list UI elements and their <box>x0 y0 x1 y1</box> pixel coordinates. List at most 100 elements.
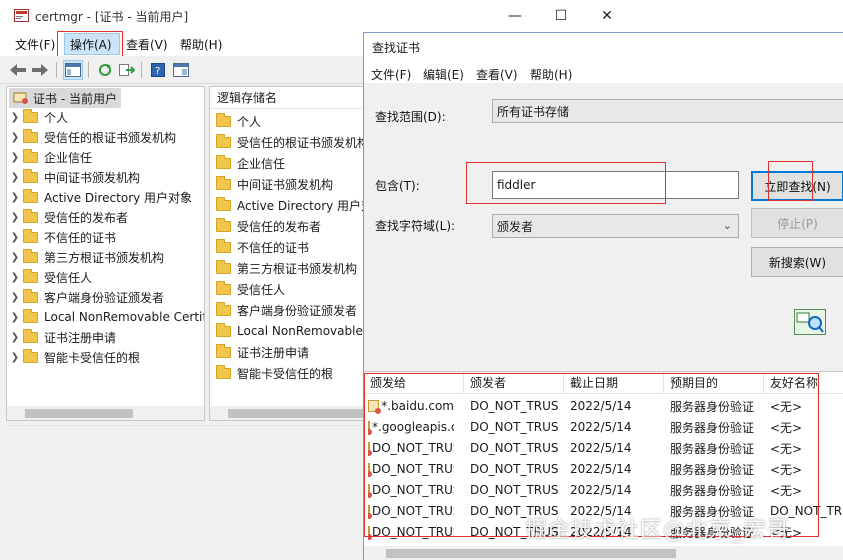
store-list-item-label: 个人 <box>237 114 262 129</box>
tree-item[interactable]: ❯ 证书注册申请 <box>7 327 116 347</box>
close-icon[interactable]: ✕ <box>584 4 630 28</box>
properties-pane-icon[interactable] <box>171 60 191 80</box>
tree-item[interactable]: ❯ Local NonRemovable Certificates <box>7 307 204 327</box>
chevron-right-icon[interactable]: ❯ <box>7 172 23 183</box>
store-list-item[interactable]: 证书注册申请 <box>216 342 309 362</box>
store-list-item[interactable]: 中间证书颁发机构 <box>216 174 333 194</box>
store-list-item[interactable]: 受信任的发布者 <box>216 216 321 236</box>
chevron-right-icon[interactable]: ❯ <box>7 332 23 343</box>
dialog-menu-edit[interactable]: 编辑(E) <box>423 66 464 83</box>
column-header-friendly-name[interactable]: 友好名称 <box>764 372 843 394</box>
cell-issued-to: DO_NOT_TRUST_FiddlerRoot <box>368 438 454 458</box>
chevron-right-icon[interactable]: ❯ <box>7 132 23 143</box>
store-list-item[interactable]: Active Directory 用户对象 <box>216 195 368 215</box>
store-list-item[interactable]: 智能卡受信任的根 <box>216 363 333 383</box>
cell-issued-to: DO_NOT_TRUST_FiddlerRoot <box>368 501 454 521</box>
list-horizontal-scrollbar[interactable] <box>210 406 368 420</box>
menu-action[interactable]: 操作(A) <box>70 36 112 53</box>
chevron-right-icon[interactable]: ❯ <box>7 252 23 263</box>
column-header-issued-by[interactable]: 颁发者 <box>464 372 564 394</box>
maximize-icon[interactable]: ☐ <box>538 4 584 28</box>
chevron-right-icon[interactable]: ❯ <box>7 192 23 203</box>
menu-help[interactable]: 帮助(H) <box>180 36 222 53</box>
tree-item[interactable]: ❯ 受信任的发布者 <box>7 207 128 227</box>
tree-item[interactable]: ❯ 企业信任 <box>7 147 92 167</box>
cell-expiration: 2022/5/14 <box>570 483 632 497</box>
store-list-item[interactable]: 不信任的证书 <box>216 237 309 257</box>
store-list-item[interactable]: 受信任人 <box>216 279 285 299</box>
cell-friendly-name: <无> <box>770 441 803 456</box>
tree-root[interactable]: 证书 - 当前用户 <box>9 88 121 108</box>
minimize-icon[interactable]: — <box>492 4 538 28</box>
tree-item[interactable]: ❯ 受信任人 <box>7 267 92 287</box>
stop-button[interactable]: 停止(P) <box>751 208 843 238</box>
chevron-right-icon[interactable]: ❯ <box>7 112 23 123</box>
tree-item[interactable]: ❯ 客户端身份验证颁发者 <box>7 287 164 307</box>
tree-item[interactable]: ❯ 个人 <box>7 107 68 127</box>
column-header-issued-to[interactable]: 颁发给 <box>364 372 464 394</box>
store-list-item[interactable]: Local NonRemovable Certificates <box>216 321 368 341</box>
tree-item-label: 第三方根证书颁发机构 <box>44 250 165 265</box>
tree-item[interactable]: ❯ 智能卡受信任的根 <box>7 347 140 367</box>
store-list-item-label: Local NonRemovable Certificates <box>237 324 368 338</box>
contains-input[interactable]: fiddler <box>492 171 739 199</box>
menu-file[interactable]: 文件(F) <box>15 36 55 53</box>
tree-item[interactable]: ❯ 中间证书颁发机构 <box>7 167 140 187</box>
tree-item[interactable]: ❯ 受信任的根证书颁发机构 <box>7 127 176 147</box>
tree-item-label: 中间证书颁发机构 <box>44 170 141 185</box>
store-list-item-label: 受信任人 <box>237 282 286 297</box>
forward-arrow-icon[interactable] <box>30 60 50 80</box>
back-arrow-icon[interactable] <box>8 60 28 80</box>
chevron-right-icon[interactable]: ❯ <box>7 312 23 323</box>
field-select[interactable]: 颁发者 ⌄ <box>492 214 739 238</box>
cell-purposes: 服务器身份验证 <box>670 420 755 435</box>
toolbar-separator <box>88 62 89 78</box>
dialog-menu-view[interactable]: 查看(V) <box>476 66 518 83</box>
certificate-icon <box>368 526 372 540</box>
cell-purposes: 服务器身份验证 <box>670 483 755 498</box>
tree-item[interactable]: ❯ 不信任的证书 <box>7 227 116 247</box>
chevron-right-icon[interactable]: ❯ <box>7 292 23 303</box>
certmgr-app-icon <box>14 9 29 22</box>
store-list-item[interactable]: 个人 <box>216 111 261 131</box>
folder-icon <box>216 133 231 148</box>
help-icon[interactable]: ? <box>148 60 168 80</box>
cell-issued-by: DO_NOT_TRUST_FiddlerRoot <box>470 399 558 413</box>
cell-friendly-name: <无> <box>770 420 803 435</box>
scope-select[interactable]: 所有证书存储 <box>492 99 843 123</box>
tree-item[interactable]: ❯ 第三方根证书颁发机构 <box>7 247 164 267</box>
folder-icon <box>216 175 231 190</box>
folder-icon <box>216 322 231 337</box>
column-header-purposes[interactable]: 预期目的 <box>664 372 764 394</box>
tree-item[interactable]: ❯ Active Directory 用户对象 <box>7 187 192 207</box>
refresh-icon[interactable] <box>95 60 115 80</box>
store-list-item[interactable]: 第三方根证书颁发机构 <box>216 258 357 278</box>
folder-icon <box>23 128 38 143</box>
scrollbar-thumb[interactable] <box>386 549 676 558</box>
results-horizontal-scrollbar[interactable] <box>364 546 843 560</box>
folder-icon <box>23 148 38 163</box>
chevron-right-icon[interactable]: ❯ <box>7 352 23 363</box>
dialog-menu-file[interactable]: 文件(F) <box>371 66 411 83</box>
find-now-button[interactable]: 立即查找(N) <box>751 171 843 201</box>
scrollbar-thumb[interactable] <box>228 409 364 418</box>
column-header-store-name[interactable]: 逻辑存储名 <box>210 87 368 109</box>
store-list-item[interactable]: 客户端身份验证颁发者 <box>216 300 357 320</box>
show-hide-tree-icon[interactable] <box>63 60 83 80</box>
chevron-right-icon[interactable]: ❯ <box>7 212 23 223</box>
store-list-item[interactable]: 受信任的根证书颁发机构 <box>216 132 368 152</box>
store-list-item[interactable]: 企业信任 <box>216 153 285 173</box>
tree-horizontal-scrollbar[interactable] <box>7 406 204 420</box>
chevron-right-icon[interactable]: ❯ <box>7 232 23 243</box>
field-label: 查找字符域(L): <box>375 219 456 233</box>
menu-view[interactable]: 查看(V) <box>126 36 168 53</box>
chevron-right-icon[interactable]: ❯ <box>7 272 23 283</box>
new-search-button[interactable]: 新搜索(W) <box>751 247 843 277</box>
folder-icon <box>216 154 231 169</box>
column-header-expiration[interactable]: 截止日期 <box>564 372 664 394</box>
dialog-menu-help[interactable]: 帮助(H) <box>530 66 572 83</box>
export-list-icon[interactable] <box>117 60 137 80</box>
cell-issued-by: DO_NOT_TRUST_FiddlerRoot <box>470 441 558 455</box>
chevron-right-icon[interactable]: ❯ <box>7 152 23 163</box>
scrollbar-thumb[interactable] <box>25 409 133 418</box>
